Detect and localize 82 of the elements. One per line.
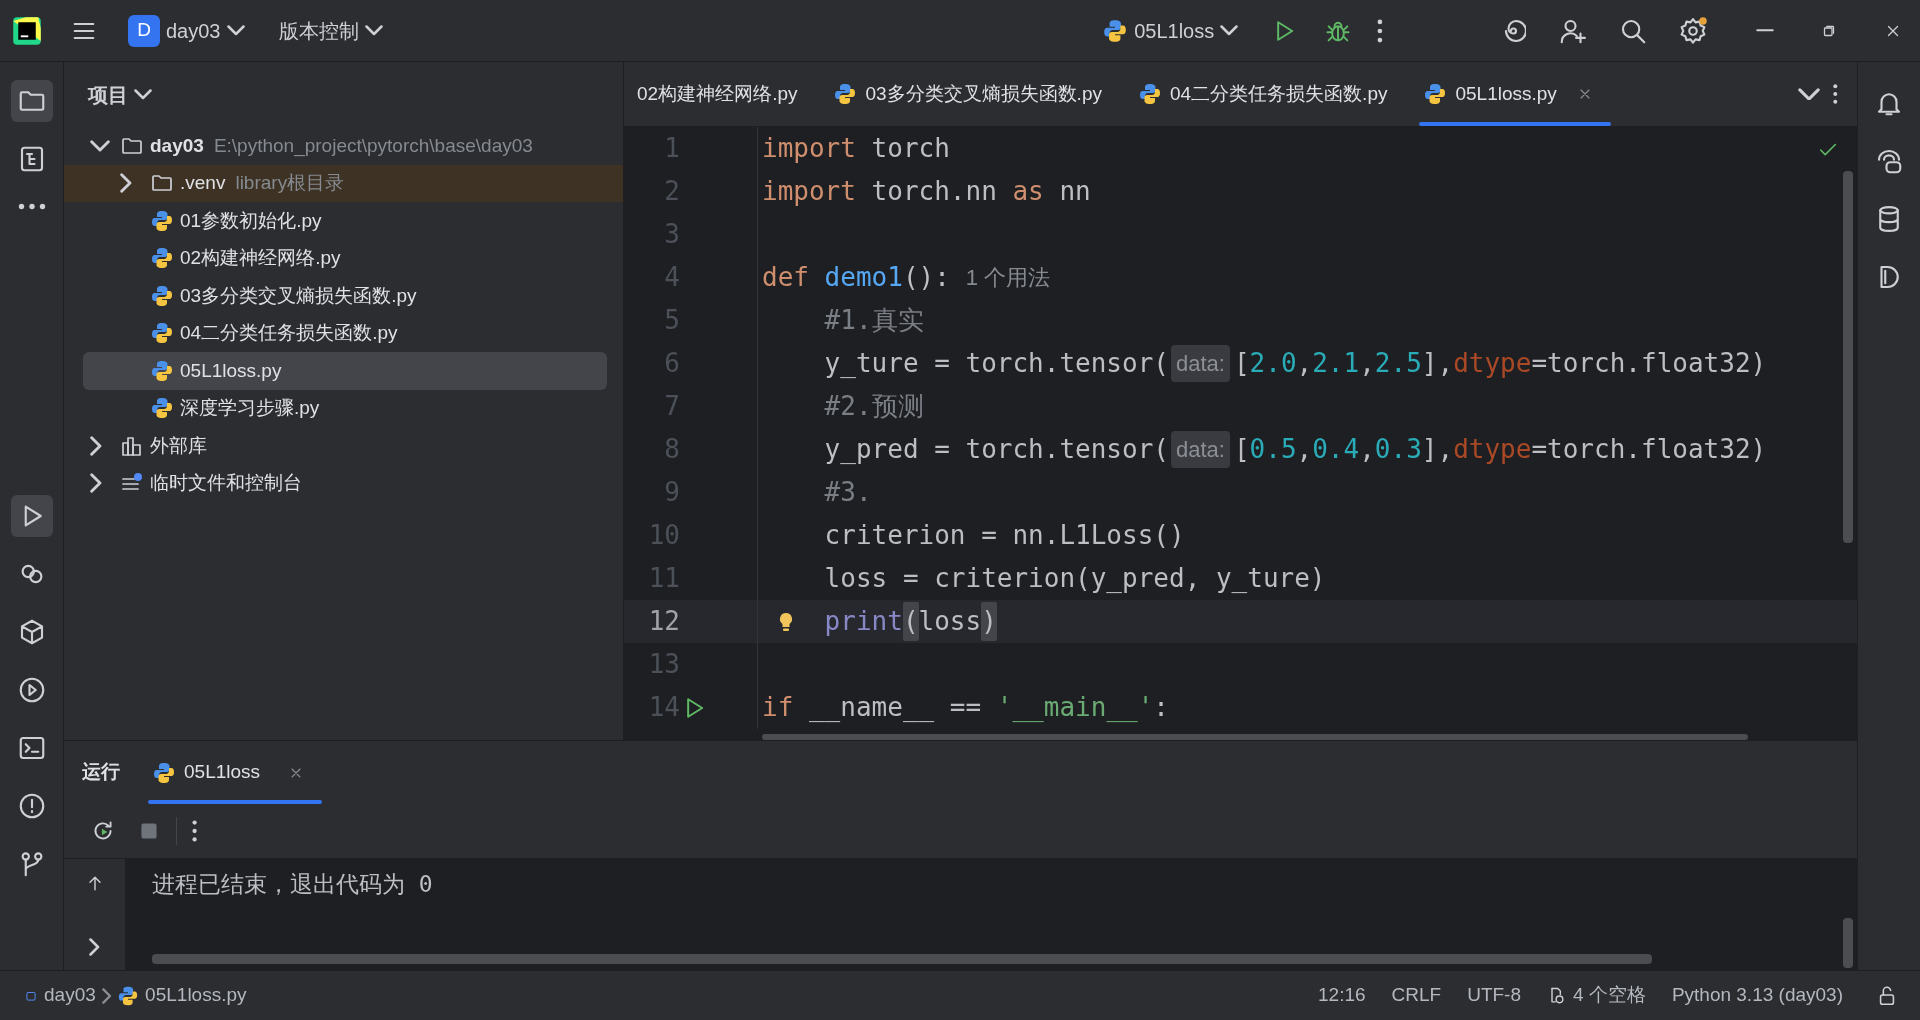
- status-item[interactable]: 12:16: [1312, 975, 1372, 1016]
- scrollbar[interactable]: [152, 954, 1652, 964]
- editor-tab[interactable]: 05L1loss.py: [1409, 62, 1615, 126]
- tree-item-label[interactable]: day03: [150, 131, 204, 160]
- python-icon: [1102, 17, 1129, 44]
- python-icon: [150, 283, 174, 308]
- code-line: import torch.nn as nn: [762, 175, 1091, 208]
- status-item[interactable]: UTF-8: [1461, 975, 1527, 1016]
- code-line: #3.: [823, 476, 872, 509]
- tree-item-label[interactable]: 05L1loss.py: [180, 356, 282, 385]
- status-item[interactable]: CRLF: [1385, 975, 1448, 1016]
- python-icon: [150, 396, 174, 421]
- python-icon: [150, 321, 174, 346]
- app-logo: [12, 15, 42, 46]
- project-switcher[interactable]: D day03: [122, 8, 251, 53]
- tree-item-label[interactable]: .venv: [180, 169, 226, 198]
- vcs-menu[interactable]: 版本控制: [272, 9, 389, 52]
- library-row[interactable]: .venv library根目录: [64, 164, 623, 202]
- collapse-icon[interactable]: [90, 139, 110, 152]
- status-item[interactable]: Python 3.13 (day03): [1665, 975, 1849, 1016]
- python-icon: [1137, 82, 1162, 106]
- selected-row[interactable]: 05L1loss.py: [83, 352, 607, 390]
- more-icon: [16, 202, 47, 211]
- line-number: 12: [647, 605, 680, 638]
- python-icon: [1423, 82, 1448, 106]
- tree-item-label[interactable]: 01参数初始化.py: [180, 206, 322, 235]
- code-line: loss = criterion(y_pred, y_ture): [823, 562, 1326, 595]
- python-icon: [152, 760, 176, 785]
- python-icon: [117, 984, 140, 1007]
- python-icon: [833, 82, 858, 106]
- code-line: y_pred = torch.tensor( data: [0.5,0.4,0.3],dtype=torch.float32): [762, 430, 1767, 469]
- console-output: 进程已结束，退出代码为 0: [152, 869, 434, 899]
- path-hint: E:\python_project\pytorch\base\day03: [213, 133, 533, 159]
- chevron-icon: [1798, 87, 1821, 101]
- tree-item-label[interactable]: 02构建神经网络.py: [180, 244, 341, 273]
- minimize-icon: [1756, 29, 1774, 32]
- tree-item-label[interactable]: 临时文件和控制台: [150, 469, 302, 498]
- chevron-icon: [226, 25, 245, 36]
- more-icon: [1376, 17, 1384, 44]
- tree-item-label[interactable]: 深度学习步骤.py: [180, 394, 320, 423]
- more-icon: [191, 818, 199, 843]
- scrollbar[interactable]: [1843, 918, 1853, 968]
- code-line: #2.预测: [823, 390, 924, 423]
- chevron-icon: [1220, 25, 1239, 36]
- editor-tab[interactable]: 03多分类交叉熵损失函数.py: [819, 62, 1124, 126]
- chevron-icon: [89, 938, 100, 956]
- run-tool-button[interactable]: [10, 495, 53, 537]
- breadcrumb-item[interactable]: 05L1loss.py: [111, 975, 253, 1016]
- code-line: def demo1(): 1 个用法: [762, 261, 1051, 294]
- project-tool-button[interactable]: [10, 80, 53, 122]
- run-tab[interactable]: 05L1loss: [138, 741, 327, 804]
- python-icon: [150, 246, 174, 271]
- tree-item-label[interactable]: 外部库: [150, 431, 207, 460]
- code-line: y_ture = torch.tensor( data: [2.0,2.1,2.5],dtype=torch.float32): [762, 344, 1767, 383]
- settings-icon: [1678, 15, 1708, 46]
- panel-title: 运行: [82, 760, 120, 785]
- code-line: #1.真实: [823, 304, 924, 337]
- separator-icon: [101, 987, 112, 1004]
- code-line: criterion = nn.L1Loss(): [823, 519, 1185, 552]
- expand-icon[interactable]: [90, 473, 102, 494]
- tree-item-label[interactable]: 04二分类任务损失函数.py: [180, 319, 398, 348]
- scrollbar[interactable]: [762, 734, 1748, 740]
- status-item[interactable]: 4 个空格: [1541, 975, 1652, 1016]
- python-icon: [150, 358, 174, 383]
- code-line: print(loss): [762, 602, 997, 641]
- expand-icon[interactable]: [120, 173, 132, 194]
- tree-item-label[interactable]: 03多分类交叉熵损失函数.py: [180, 281, 417, 310]
- editor-tab[interactable]: 04二分类任务损失函数.py: [1123, 62, 1410, 126]
- expand-icon[interactable]: [90, 435, 102, 456]
- project-badge: D: [128, 14, 160, 47]
- breadcrumb-item[interactable]: day03: [18, 975, 102, 1016]
- panel-title[interactable]: 项目: [82, 73, 158, 116]
- chevron-icon: [134, 89, 152, 100]
- code-line: if __name__ == '__main__':: [762, 691, 1169, 724]
- path-hint: library根目录: [235, 171, 345, 195]
- code-line: import torch: [762, 132, 950, 165]
- editor-tab[interactable]: 02构建神经网络.py: [624, 62, 820, 126]
- scrollbar[interactable]: [1843, 171, 1853, 543]
- python-icon: [150, 208, 174, 233]
- more-icon: [1832, 83, 1839, 105]
- chevron-icon: [364, 25, 383, 36]
- run-config-selector[interactable]: 05L1loss: [1096, 9, 1245, 52]
